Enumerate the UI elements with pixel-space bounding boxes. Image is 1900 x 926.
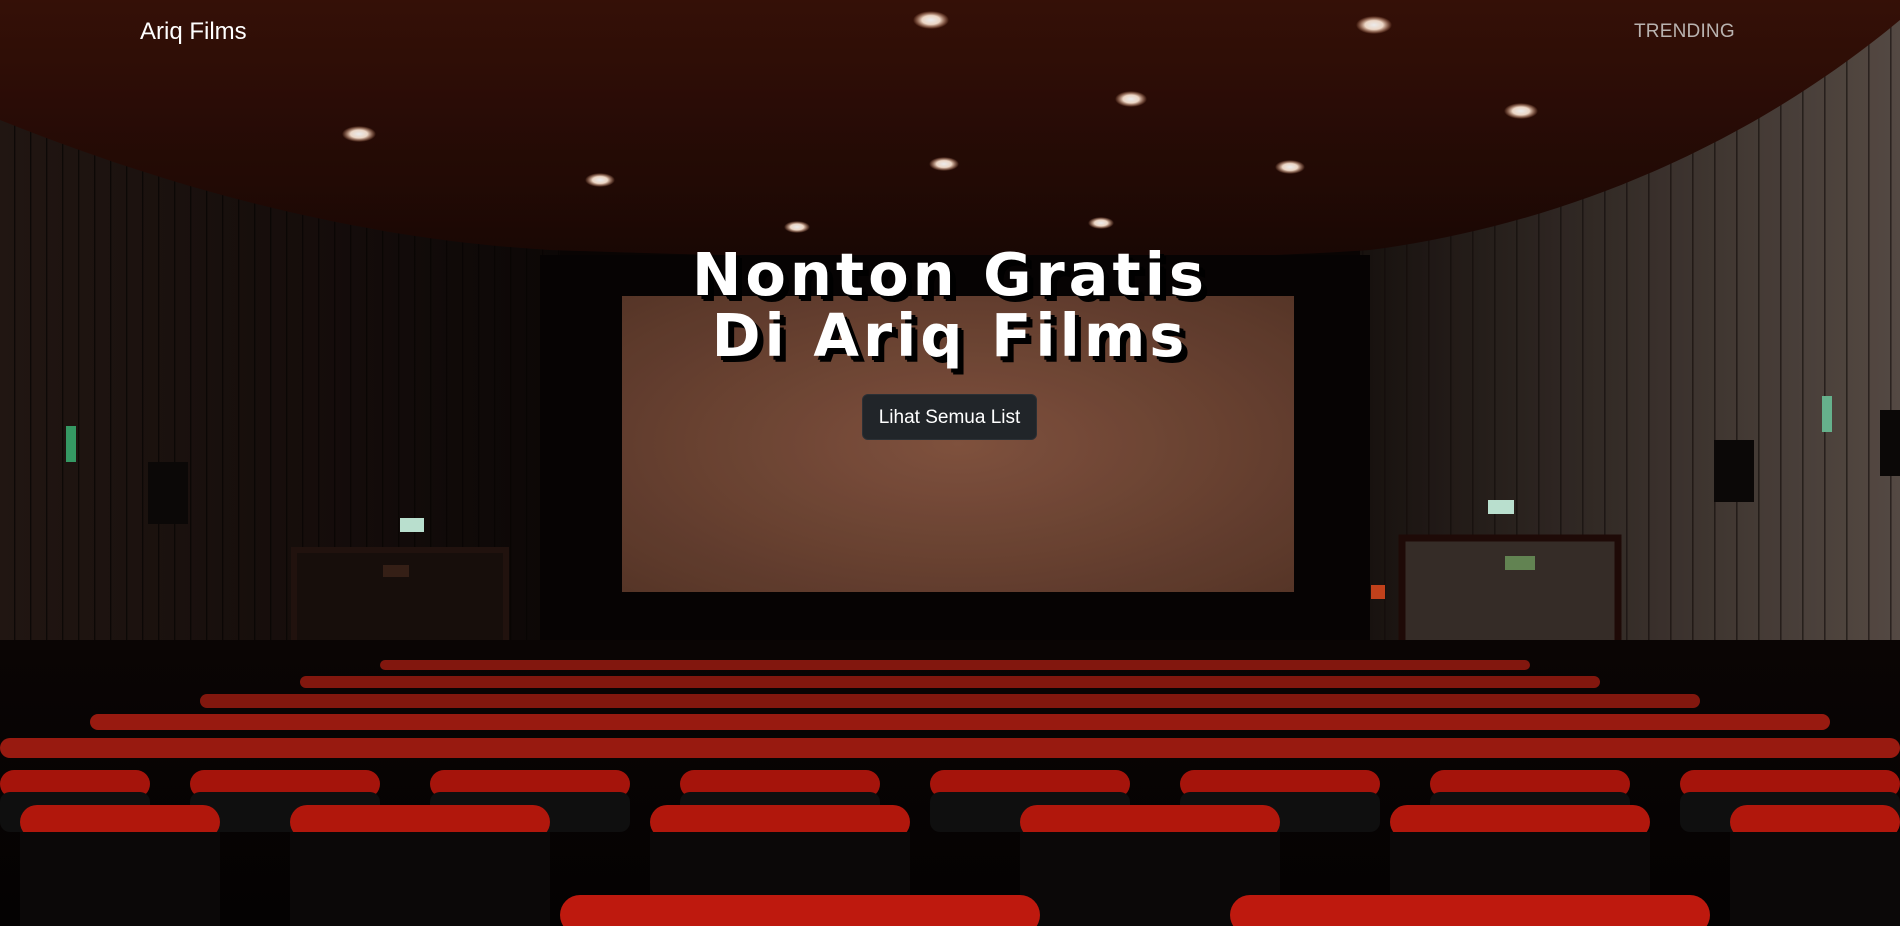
brand-logo-link[interactable]: Ariq Films (140, 16, 247, 48)
view-all-list-button[interactable]: Lihat Semua List (862, 394, 1037, 440)
hero-background-image (0, 0, 1900, 926)
hero-headline-line-2: Di Ariq Films (711, 301, 1189, 370)
top-navbar: Ariq Films TRENDING (0, 0, 1900, 64)
nav-link-trending[interactable]: TRENDING (1634, 20, 1735, 44)
hero-headline: Nonton Gratis Di Ariq Films (550, 244, 1350, 366)
hero-headline-line-1: Nonton Gratis (691, 240, 1209, 309)
